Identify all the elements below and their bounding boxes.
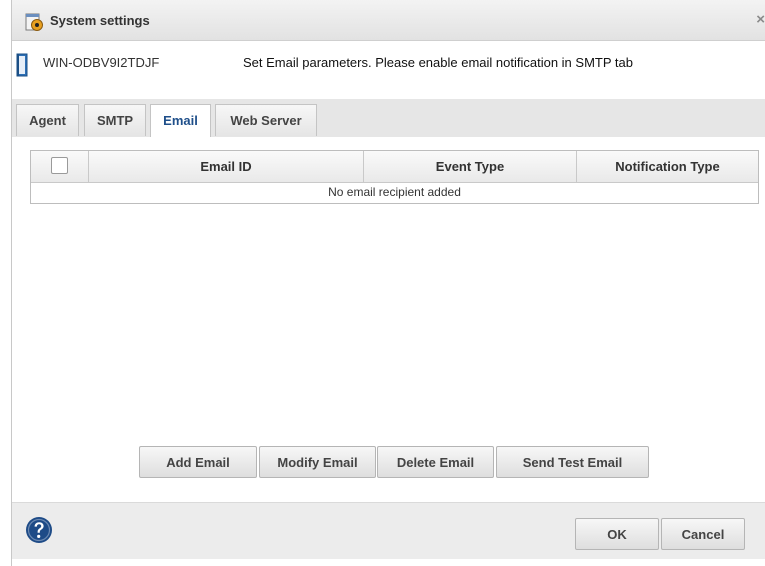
settings-gear-icon	[25, 13, 43, 31]
column-header-notification-type[interactable]: Notification Type	[577, 151, 758, 182]
server-icon	[16, 53, 28, 77]
email-recipients-table: Email ID Event Type Notification Type No…	[30, 150, 759, 204]
tab-web-server[interactable]: Web Server	[215, 104, 317, 136]
select-all-checkbox[interactable]	[51, 157, 68, 174]
header-select-cell	[31, 151, 89, 182]
column-header-email-id[interactable]: Email ID	[89, 151, 364, 182]
dialog-footer: OK Cancel	[12, 502, 765, 559]
tab-email[interactable]: Email	[150, 104, 211, 137]
tab-smtp[interactable]: SMTP	[84, 104, 146, 136]
tab-strip: Agent SMTP Email Web Server	[12, 99, 765, 137]
window-border	[11, 0, 12, 566]
cancel-button[interactable]: Cancel	[661, 518, 745, 550]
modify-email-button[interactable]: Modify Email	[259, 446, 376, 478]
close-icon[interactable]: ×	[756, 11, 765, 28]
send-test-email-button[interactable]: Send Test Email	[496, 446, 649, 478]
tab-agent[interactable]: Agent	[16, 104, 79, 136]
column-header-event-type[interactable]: Event Type	[364, 151, 577, 182]
window-title: System settings	[50, 13, 150, 28]
title-bar: System settings ×	[12, 0, 765, 41]
help-question-icon[interactable]	[25, 516, 53, 544]
empty-table-message: No email recipient added	[328, 185, 461, 199]
delete-email-button[interactable]: Delete Email	[377, 446, 494, 478]
machine-name: WIN-ODBV9I2TDJF	[43, 55, 160, 70]
add-email-button[interactable]: Add Email	[139, 446, 257, 478]
table-header: Email ID Event Type Notification Type	[31, 151, 758, 183]
info-message: Set Email parameters. Please enable emai…	[243, 55, 633, 70]
ok-button[interactable]: OK	[575, 518, 659, 550]
